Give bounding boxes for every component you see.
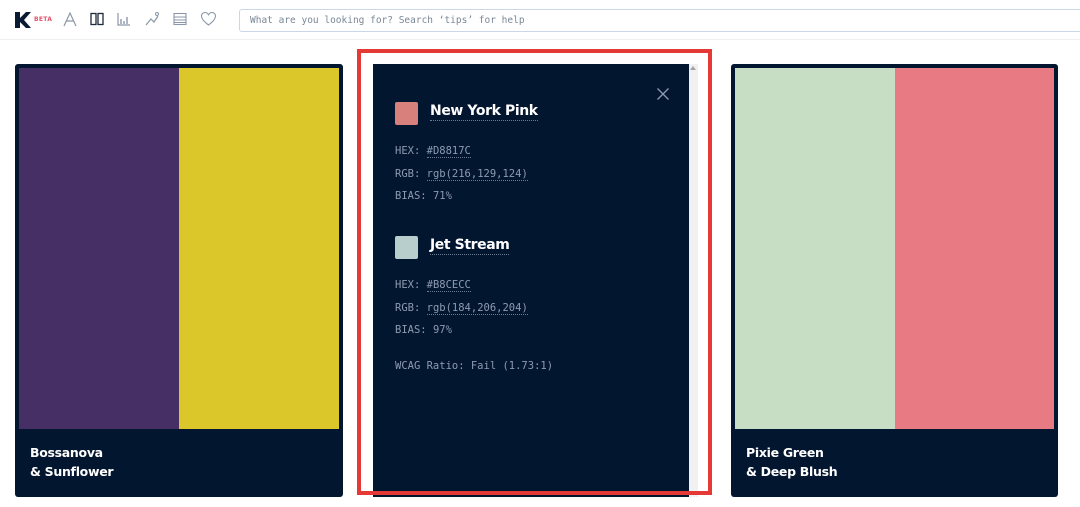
type-icon[interactable]	[61, 10, 79, 28]
card-title: Pixie Green & Deep Blush	[746, 443, 838, 481]
bias-row: BIAS: 97%	[395, 324, 452, 336]
rgb-label: RGB:	[395, 302, 421, 314]
swatch-row	[19, 68, 339, 429]
swatch-sunflower[interactable]	[179, 68, 339, 429]
color-chip	[395, 102, 418, 125]
bias-value: 71%	[432, 190, 452, 202]
heart-icon[interactable]	[199, 10, 217, 28]
hex-row: HEX: #B8CECC	[395, 279, 471, 292]
scroll-up-arrow-icon[interactable]	[690, 66, 696, 70]
card-title-line2: & Sunflower	[30, 464, 114, 479]
rgb-row: RGB: rgb(216,129,124)	[395, 168, 528, 181]
compare-icon[interactable]	[88, 10, 106, 28]
hex-label: HEX:	[395, 145, 421, 157]
color-name[interactable]: New York Pink	[430, 103, 538, 121]
card-title-line1: Pixie Green	[746, 445, 824, 460]
chart-icon[interactable]	[115, 10, 133, 28]
hex-value[interactable]: #B8CECC	[426, 279, 471, 292]
card-title-line1: Bossanova	[30, 445, 103, 460]
bias-value: 97%	[432, 324, 452, 336]
swatch-row	[735, 68, 1054, 429]
card-title-line2: & Deep Blush	[746, 464, 838, 479]
rgb-value[interactable]: rgb(216,129,124)	[426, 168, 528, 181]
swatch-bossanova[interactable]	[19, 68, 179, 429]
bias-label: BIAS:	[395, 190, 427, 202]
color-chip	[395, 236, 418, 259]
panel-scrollbar[interactable]	[689, 64, 698, 497]
bias-row: BIAS: 71%	[395, 190, 452, 202]
rgb-value[interactable]: rgb(184,206,204)	[426, 302, 528, 315]
logo-icon[interactable]	[14, 11, 32, 29]
close-icon[interactable]	[656, 87, 670, 101]
search-input[interactable]	[239, 9, 1080, 32]
top-bar: BETA	[0, 0, 1080, 40]
color-detail-panel: New York Pink HEX: #D8817C RGB: rgb(216,…	[373, 64, 689, 497]
trend-icon[interactable]	[143, 10, 161, 28]
palette-card-bossanova-sunflower[interactable]: Bossanova & Sunflower	[15, 64, 343, 497]
rgb-row: RGB: rgb(184,206,204)	[395, 302, 528, 315]
wcag-ratio: WCAG Ratio: Fail (1.73:1)	[395, 360, 554, 372]
hex-label: HEX:	[395, 279, 421, 291]
swatch-pixie-green[interactable]	[735, 68, 895, 429]
card-title: Bossanova & Sunflower	[30, 443, 114, 481]
rgb-label: RGB:	[395, 168, 421, 180]
swatch-deep-blush[interactable]	[894, 68, 1054, 429]
hex-value[interactable]: #D8817C	[426, 145, 471, 158]
hex-row: HEX: #D8817C	[395, 145, 471, 158]
color-name[interactable]: Jet Stream	[430, 237, 510, 255]
palette-card-pixie-green-deep-blush[interactable]: Pixie Green & Deep Blush	[731, 64, 1058, 497]
beta-badge: BETA	[34, 16, 53, 23]
list-icon[interactable]	[171, 10, 189, 28]
bias-label: BIAS:	[395, 324, 427, 336]
